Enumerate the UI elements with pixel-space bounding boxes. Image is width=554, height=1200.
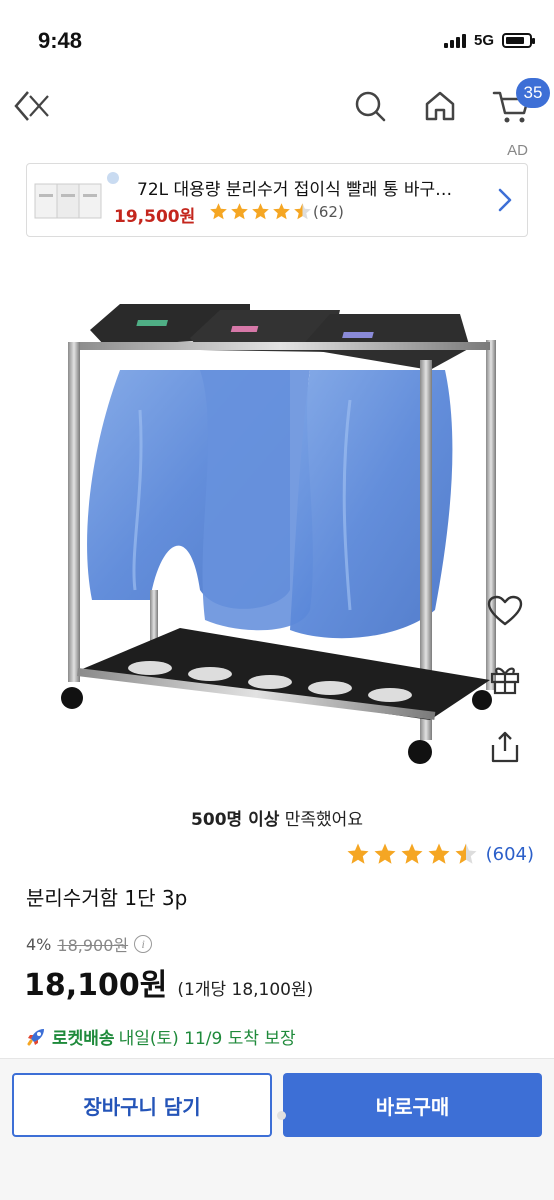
- bottom-action-bar: 장바구니 담기 바로구매: [0, 1058, 554, 1200]
- ad-product-thumbnail: [34, 172, 119, 219]
- back-button[interactable]: [10, 84, 54, 128]
- battery-icon: [502, 33, 535, 48]
- ad-title: 72L 대용량 분리수거 접이식 빨래 통 바구…: [137, 180, 453, 200]
- product-rating[interactable]: (604): [346, 842, 534, 866]
- star-icon: [374, 843, 396, 864]
- back-icon: [14, 91, 49, 121]
- ad-rating-count: (62): [313, 203, 344, 221]
- status-indicators: 5G: [443, 32, 535, 49]
- satisfaction-text: 만족했어요: [279, 810, 363, 830]
- status-bar: 9:48 5G: [0, 0, 554, 80]
- star-icon: [273, 203, 290, 220]
- satisfaction-count: 500명 이상: [191, 810, 280, 830]
- share-button[interactable]: [480, 724, 530, 770]
- discount-rate: 4%: [26, 934, 52, 954]
- original-price: 18,900원: [57, 936, 129, 955]
- rocket-icon: [27, 1028, 44, 1045]
- star-icon: [401, 843, 423, 864]
- product-image[interactable]: [50, 290, 500, 780]
- signal-icon: [443, 33, 466, 48]
- pager-dots: [258, 1111, 286, 1120]
- search-button[interactable]: [348, 84, 392, 128]
- product-name: 분리수거함 1단 3p: [26, 886, 188, 910]
- network-type: 5G: [473, 32, 494, 49]
- pager-dot: [258, 1111, 267, 1120]
- discount-row: 4% 18,900원 i: [26, 932, 153, 956]
- cart-count-badge: 35: [516, 78, 550, 108]
- heart-icon: [487, 595, 523, 626]
- delivery-info: 로켓배송 내일(토) 11/9 도착 보장: [24, 1024, 296, 1049]
- buy-now-button[interactable]: 바로구매: [283, 1073, 542, 1137]
- ad-product-card[interactable]: 72L 대용량 분리수거 접이식 빨래 통 바구… 19,500원 (62): [26, 163, 528, 237]
- unit-price: (1개당 18,100원): [177, 980, 314, 1000]
- satisfaction-summary: 500명 이상 만족했어요: [0, 805, 554, 830]
- ad-price: 19,500원: [114, 207, 196, 227]
- star-icon: [455, 843, 477, 864]
- star-icon: [428, 843, 450, 864]
- product-star-rating: [346, 842, 478, 866]
- star-icon: [252, 203, 269, 220]
- ad-star-rating: [209, 202, 312, 221]
- star-icon: [231, 203, 248, 220]
- gift-button[interactable]: [480, 656, 530, 702]
- info-icon[interactable]: i: [134, 935, 153, 953]
- ad-label: AD: [507, 142, 528, 159]
- price-row: 18,100원 (1개당 18,100원): [24, 960, 313, 1004]
- wishlist-button[interactable]: [480, 588, 530, 634]
- search-icon: [355, 91, 386, 122]
- rocket-delivery-label: 로켓배송: [52, 1029, 115, 1049]
- star-icon: [347, 843, 369, 864]
- home-button[interactable]: [418, 84, 462, 128]
- delivery-date: 내일(토) 11/9 도착 보장: [118, 1029, 296, 1049]
- star-icon: [210, 203, 227, 220]
- side-actions: [480, 588, 530, 792]
- share-icon: [491, 731, 519, 763]
- pager-dot: [277, 1111, 286, 1120]
- top-navigation: [0, 80, 554, 136]
- gift-icon: [490, 667, 520, 695]
- add-to-cart-button[interactable]: 장바구니 담기: [12, 1073, 272, 1137]
- chevron-right-icon: [498, 188, 512, 212]
- status-time: 9:48: [38, 28, 83, 53]
- star-icon: [294, 203, 311, 220]
- review-count: (604): [485, 843, 534, 865]
- sale-price: 18,100원: [24, 968, 168, 1003]
- home-icon: [425, 91, 455, 121]
